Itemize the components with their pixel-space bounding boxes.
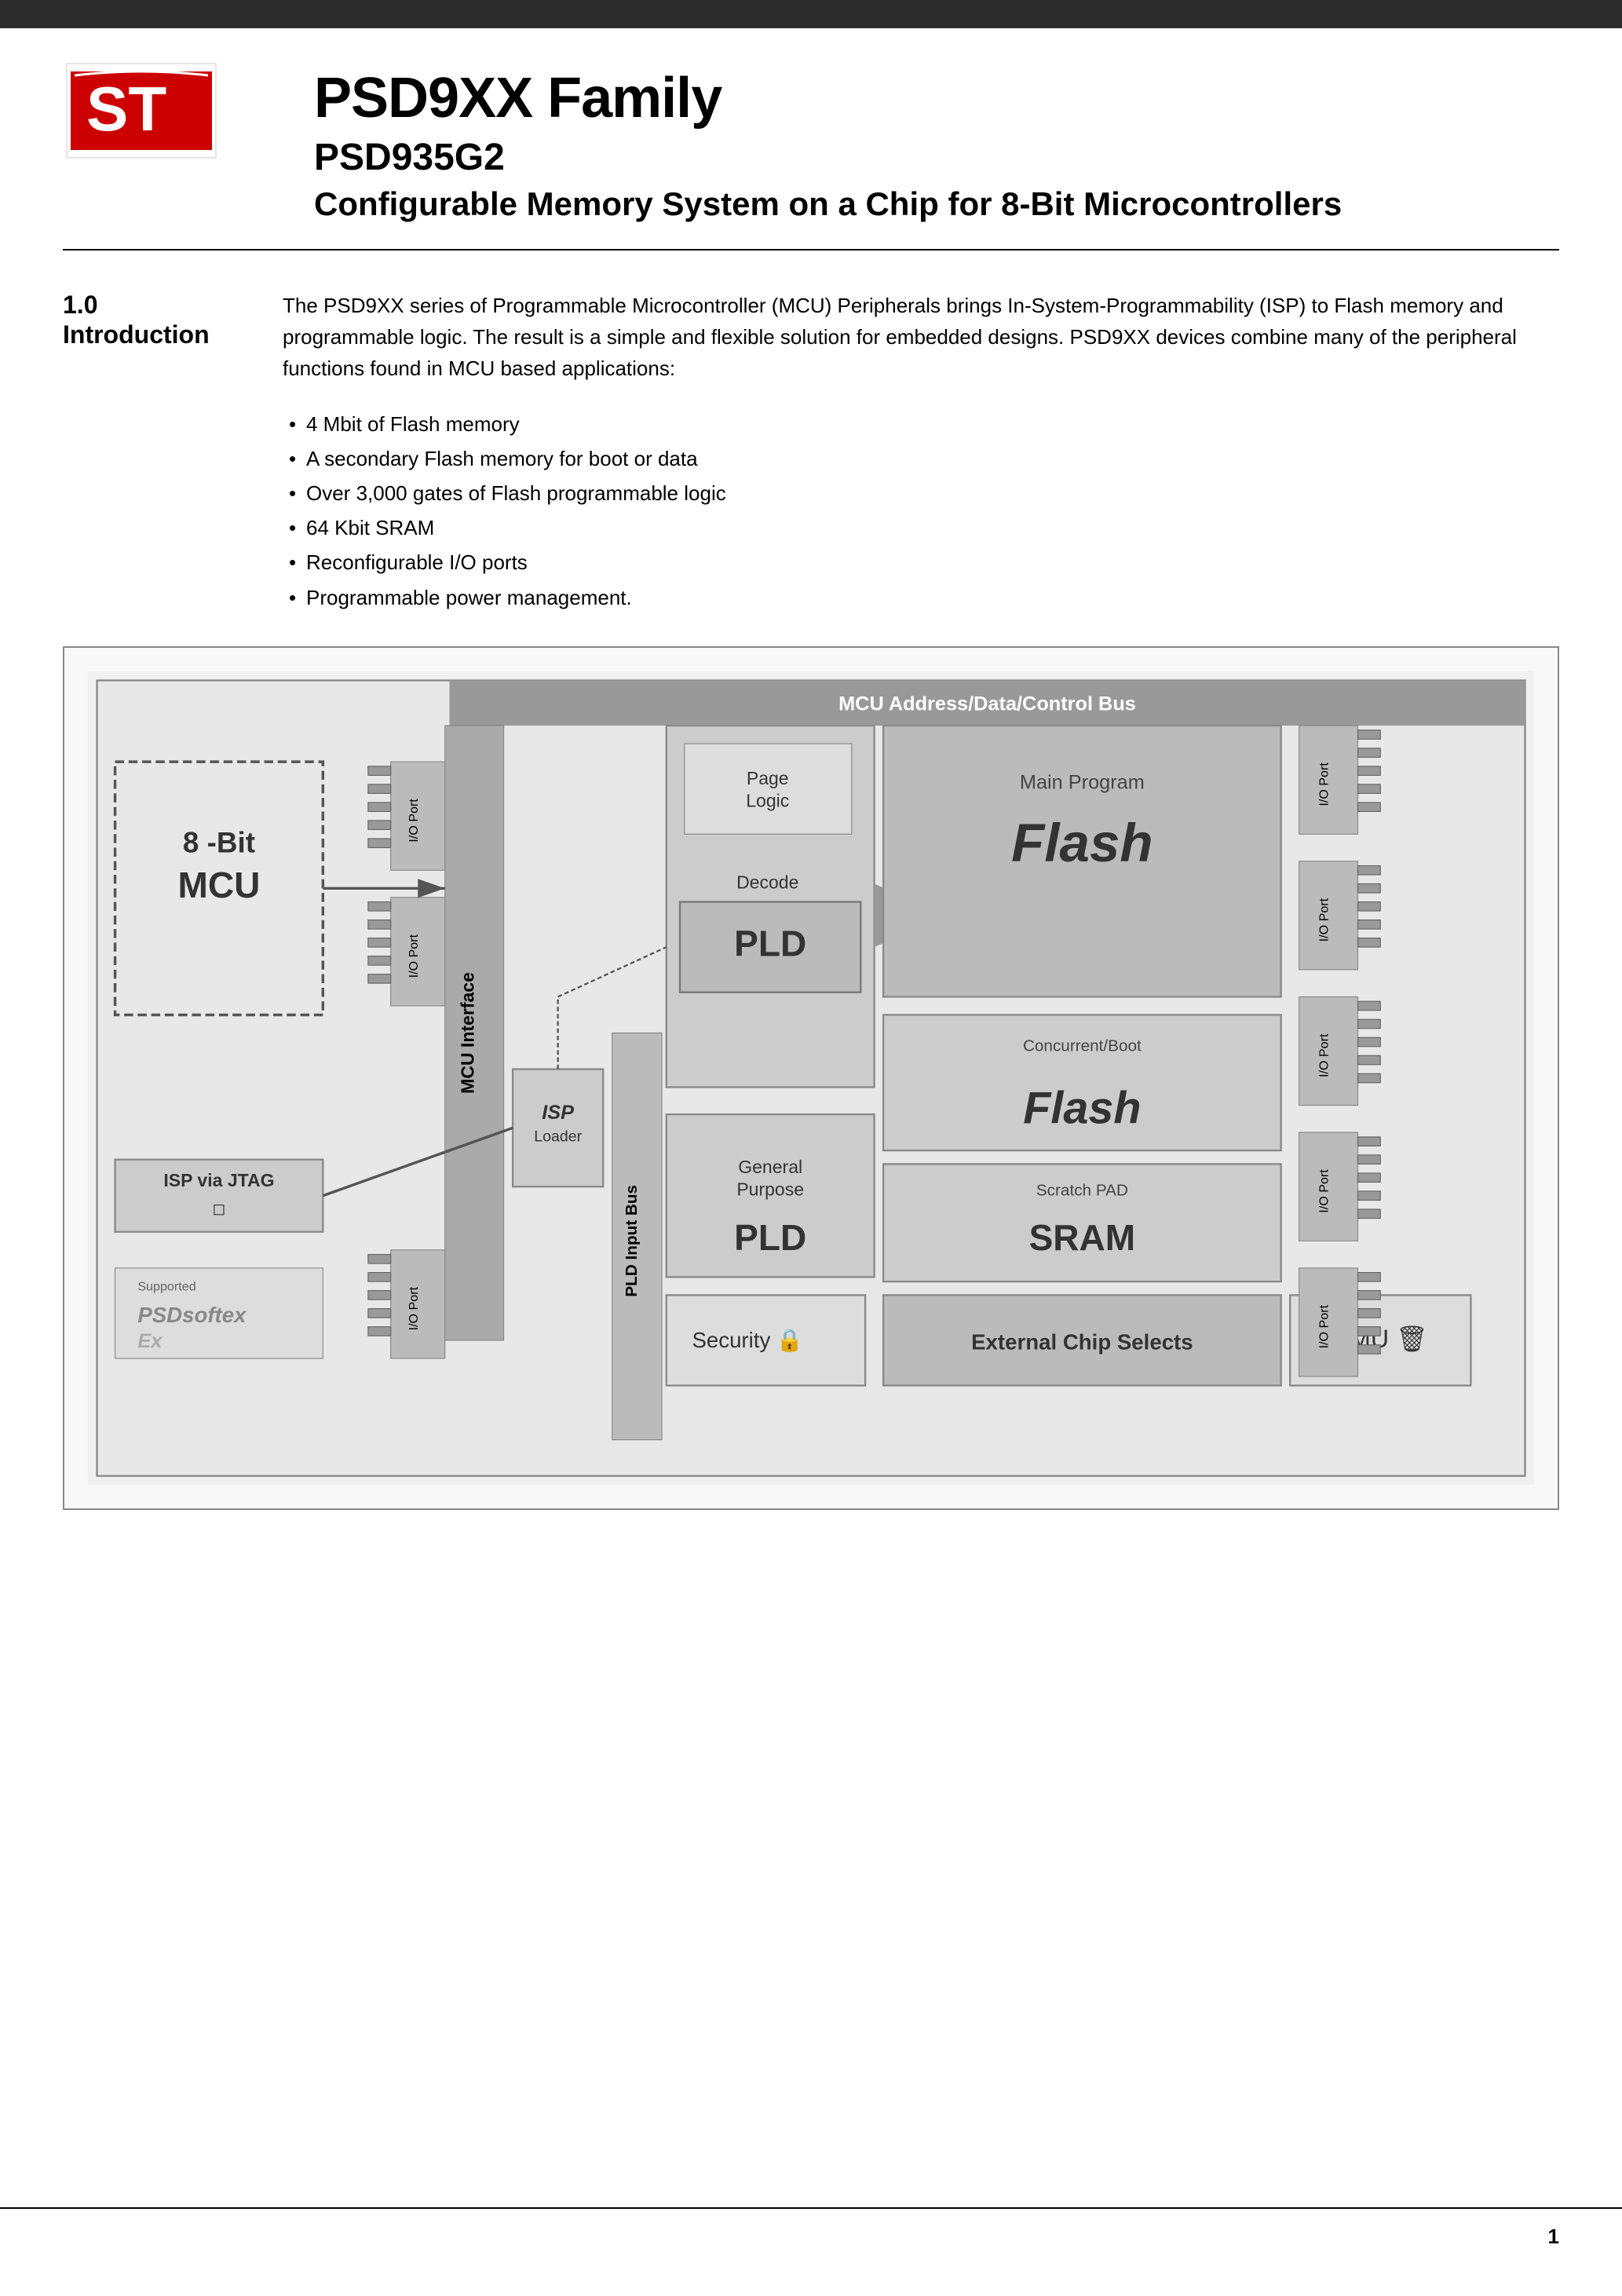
diagram-box: MCU Address/Data/Control Bus 8 -Bit MCU … [63,646,1559,1510]
page-number: 1 [1548,2225,1559,2249]
svg-text:Purpose: Purpose [736,1179,804,1199]
intro-paragraph: The PSD9XX series of Programmable Microc… [283,290,1559,385]
svg-text:Flash: Flash [1011,811,1153,872]
list-item: Over 3,000 gates of Flash programmable l… [283,476,1559,510]
logo-area: ST [63,60,267,166]
section-name: Introduction [63,320,236,349]
footer: 1 [0,2207,1622,2249]
svg-text:PLD Input Bus: PLD Input Bus [623,1185,641,1297]
block-diagram-svg: MCU Address/Data/Control Bus 8 -Bit MCU … [88,671,1534,1485]
diagram-wrapper: MCU Address/Data/Control Bus 8 -Bit MCU … [0,646,1622,1549]
svg-text:Loader: Loader [534,1128,582,1145]
section-number: 1.0 [63,290,236,320]
svg-text:I/O Port: I/O Port [407,798,421,842]
list-item: 64 Kbit SRAM [283,510,1559,545]
svg-text:◻: ◻ [212,1199,225,1217]
svg-text:Page: Page [747,768,789,788]
header-bar [0,0,1622,28]
svg-text:I/O Port: I/O Port [1317,1033,1332,1077]
main-title: PSD9XX Family [314,68,1559,130]
st-logo: ST [63,60,220,162]
svg-text:MCU Interface: MCU Interface [458,972,478,1094]
svg-text:Flash: Flash [1023,1083,1141,1133]
list-item: 4 Mbit of Flash memory [283,407,1559,441]
desc-title: Configurable Memory System on a Chip for… [314,184,1559,225]
svg-text:I/O Port: I/O Port [1317,898,1332,941]
svg-text:MCU Address/Data/Control Bus: MCU Address/Data/Control Bus [838,693,1136,715]
svg-text:Ex: Ex [137,1330,163,1352]
svg-text:Scratch PAD: Scratch PAD [1036,1181,1128,1199]
list-item: Programmable power management. [283,580,1559,615]
svg-text:ST: ST [86,74,166,144]
svg-text:Supported: Supported [137,1279,195,1293]
svg-text:Concurrent/Boot: Concurrent/Boot [1023,1036,1142,1055]
svg-text:PSDsoftex: PSDsoftex [137,1303,247,1327]
svg-text:ISP via JTAG: ISP via JTAG [163,1170,274,1190]
svg-text:SRAM: SRAM [1029,1217,1136,1258]
svg-text:Decode: Decode [736,872,798,892]
svg-text:I/O Port: I/O Port [1317,1304,1332,1348]
svg-text:8 -Bit: 8 -Bit [183,826,255,858]
header-content: ST PSD9XX Family PSD935G2 Configurable M… [0,28,1622,249]
sub-title: PSD935G2 [314,136,1559,179]
svg-text:PLD: PLD [734,923,806,963]
list-item: A secondary Flash memory for boot or dat… [283,441,1559,476]
svg-text:MCU: MCU [177,865,260,905]
svg-text:PLD: PLD [734,1217,806,1258]
section-body: The PSD9XX series of Programmable Microc… [283,290,1559,615]
main-content: 1.0 Introduction The PSD9XX series of Pr… [0,250,1622,646]
svg-text:I/O Port: I/O Port [407,934,421,978]
svg-text:External Chip Selects: External Chip Selects [971,1329,1193,1354]
svg-text:I/O Port: I/O Port [1317,1168,1332,1212]
svg-text:Logic: Logic [746,790,789,810]
svg-text:ISP: ISP [542,1102,574,1124]
list-item: Reconfigurable I/O ports [283,545,1559,579]
section-label: 1.0 Introduction [63,290,236,615]
svg-text:I/O Port: I/O Port [407,1286,421,1330]
svg-text:Main Program: Main Program [1020,771,1145,793]
svg-text:General: General [738,1157,802,1177]
svg-text:Security 🔒: Security 🔒 [692,1328,803,1353]
title-area: PSD9XX Family PSD935G2 Configurable Memo… [267,60,1559,225]
svg-text:I/O Port: I/O Port [1317,762,1332,806]
bullet-list: 4 Mbit of Flash memory A secondary Flash… [283,407,1559,615]
